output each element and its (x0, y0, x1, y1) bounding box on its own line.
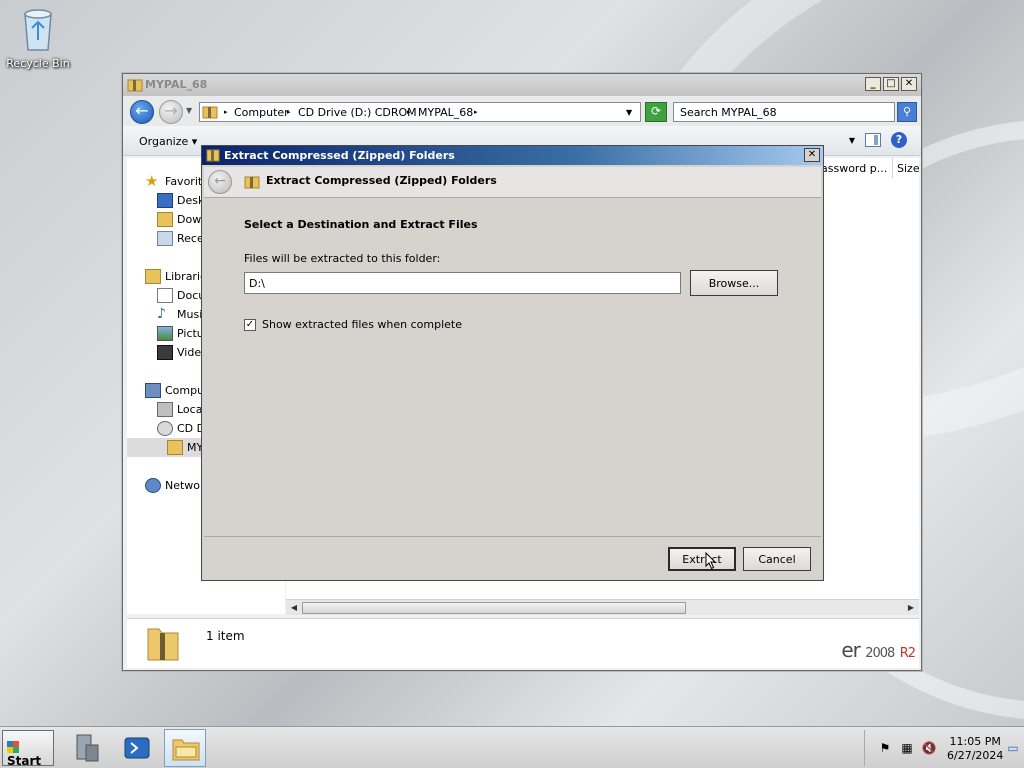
system-tray: ⚑ ▦ 🔇 11:05 PM 6/27/2024 ▭ (864, 730, 1024, 766)
maximize-button[interactable]: □ (883, 77, 899, 91)
network-icon (145, 478, 161, 493)
help-icon[interactable]: ? (891, 132, 907, 148)
zip-folder-icon (147, 628, 179, 661)
chevron-right-icon[interactable]: ▸ (407, 108, 411, 116)
extract-dialog[interactable]: Extract Compressed (Zipped) Folders ✕ ← … (201, 145, 824, 581)
zip-folder-icon (167, 440, 183, 455)
computer-icon (145, 383, 161, 398)
show-files-checkbox[interactable]: ✓ (244, 319, 256, 331)
chevron-right-icon[interactable]: ▸ (287, 108, 291, 116)
chevron-right-icon[interactable]: ▸ (474, 108, 478, 116)
details-pane: 1 item er 2008 R2 (127, 618, 919, 668)
zip-folder-icon (244, 176, 260, 189)
show-files-label[interactable]: Show extracted files when complete (262, 318, 462, 331)
folder-icon (172, 739, 200, 761)
back-button[interactable]: ← (130, 100, 154, 124)
server-manager-icon (76, 734, 99, 762)
windows-logo-icon (7, 741, 19, 753)
zip-folder-icon (206, 149, 220, 162)
taskbar: Start ⚑ ▦ 🔇 11:05 PM 6/27/2024 ▭ (0, 726, 1024, 768)
dialog-back-button[interactable]: ← (208, 170, 232, 194)
column-header-password[interactable]: assword p... (816, 158, 892, 178)
recent-pages-chevron-icon[interactable]: ▼ (186, 106, 192, 115)
pictures-icon (157, 326, 173, 341)
views-dropdown-icon[interactable]: ▼ (849, 136, 855, 145)
windows-server-brand: er 2008 R2 (841, 638, 916, 662)
cancel-button[interactable]: Cancel (743, 547, 811, 571)
column-header-size[interactable]: Size (892, 158, 919, 178)
start-button[interactable]: Start (2, 730, 54, 768)
mouse-cursor-icon (705, 552, 717, 570)
browse-button[interactable]: Browse... (690, 270, 778, 296)
flag-icon[interactable]: ⚑ (877, 740, 893, 756)
explorer-title-bar[interactable]: MYPAL_68 _ □ ✕ (123, 74, 921, 96)
organize-menu[interactable]: Organize ▾ (139, 135, 197, 148)
dialog-title-bar[interactable]: Extract Compressed (Zipped) Folders ✕ (202, 146, 823, 165)
taskbar-powershell[interactable] (116, 729, 158, 767)
volume-muted-icon[interactable]: 🔇 (921, 740, 937, 756)
folder-label: Files will be extracted to this folder: (244, 252, 441, 265)
address-bar[interactable]: ▸ Computer ▸ CD Drive (D:) CDROM ▸ MYPAL… (199, 102, 641, 122)
horizontal-scrollbar[interactable]: ◀ ▶ (286, 599, 919, 615)
desktop-icon (157, 193, 173, 208)
minimize-button[interactable]: _ (865, 77, 881, 91)
show-desktop-icon[interactable]: ▭ (1005, 740, 1021, 756)
scrollbar-thumb[interactable] (302, 602, 686, 614)
destination-folder-input[interactable] (244, 272, 681, 294)
local-disk-icon (157, 402, 173, 417)
dialog-title: Extract Compressed (Zipped) Folders (224, 149, 455, 162)
dialog-header: ← Extract Compressed (Zipped) Folders (204, 167, 821, 197)
powershell-icon (124, 737, 150, 759)
folder-icon (127, 79, 143, 92)
music-icon: ♪ (157, 306, 166, 322)
network-status-icon[interactable]: ▦ (899, 740, 915, 756)
search-icon[interactable]: ⚲ (897, 102, 917, 122)
downloads-folder-icon (157, 212, 173, 227)
explorer-title: MYPAL_68 (145, 78, 208, 91)
recycle-bin-icon (24, 9, 52, 51)
clock[interactable]: 11:05 PM 6/27/2024 (947, 735, 1003, 763)
refresh-icon[interactable]: ⟳ (645, 102, 667, 122)
dialog-body: Select a Destination and Extract Files F… (204, 197, 821, 537)
search-input[interactable]: Search MYPAL_68 (673, 102, 895, 122)
cd-drive-icon (157, 421, 173, 436)
taskbar-explorer[interactable] (164, 729, 206, 767)
dialog-close-button[interactable]: ✕ (804, 148, 820, 162)
breadcrumb-cd-drive[interactable]: CD Drive (D:) CDROM (298, 106, 417, 119)
breadcrumb-mypal[interactable]: MYPAL_68 (418, 106, 473, 119)
recycle-bin[interactable]: Recycle Bin (6, 6, 70, 70)
scroll-right-icon[interactable]: ▶ (905, 602, 917, 614)
address-dropdown-icon[interactable]: ▼ (626, 108, 632, 117)
taskbar-server-manager[interactable] (66, 729, 108, 767)
preview-pane-icon[interactable] (865, 133, 881, 147)
section-title: Select a Destination and Extract Files (244, 218, 478, 231)
videos-icon (157, 345, 173, 360)
folder-icon (202, 106, 218, 119)
item-count: 1 item (206, 629, 245, 643)
address-bar-row: ← → ▼ ▸ Computer ▸ CD Drive (D:) CDROM ▸… (123, 96, 921, 126)
library-icon (145, 269, 161, 284)
documents-icon (157, 288, 173, 303)
forward-button[interactable]: → (159, 100, 183, 124)
recent-places-icon (157, 231, 173, 246)
dialog-header-title: Extract Compressed (Zipped) Folders (266, 174, 497, 187)
scroll-left-icon[interactable]: ◀ (288, 602, 300, 614)
extract-button[interactable]: Extract (668, 547, 736, 571)
close-button[interactable]: ✕ (901, 77, 917, 91)
chevron-right-icon[interactable]: ▸ (224, 108, 228, 116)
recycle-bin-label: Recycle Bin (6, 57, 70, 70)
star-icon: ★ (145, 172, 159, 190)
breadcrumb-computer[interactable]: Computer (234, 106, 289, 119)
